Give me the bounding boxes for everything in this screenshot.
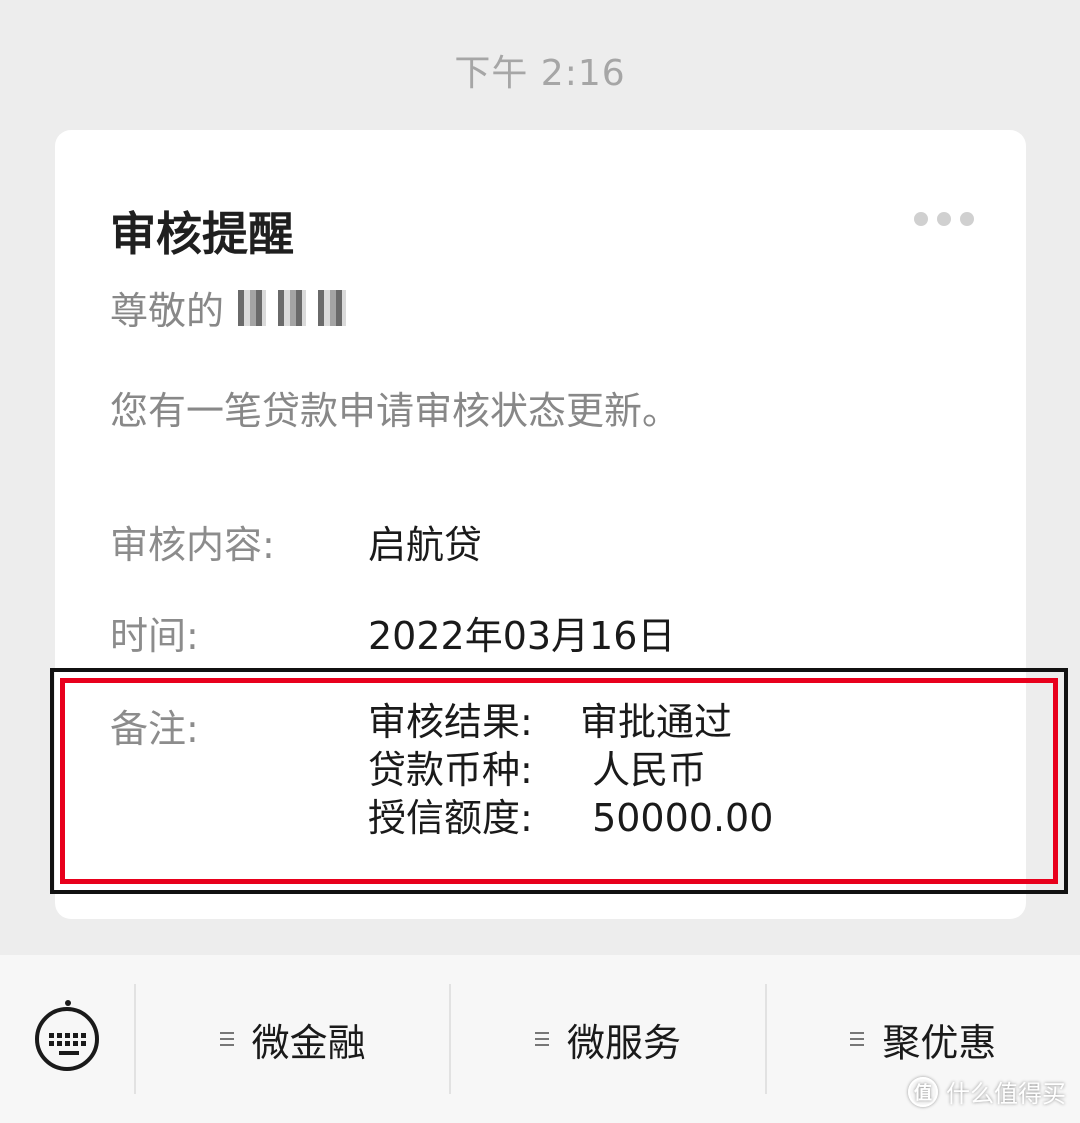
menu-item-label: 聚优惠 [882,1020,997,1065]
keyboard-keys [48,1032,86,1046]
watermark-logo-icon: 值 [908,1076,938,1107]
card-title: 审核提醒 [110,207,294,261]
keyboard-icon [35,1000,99,1071]
menu-item-wei-fuwu[interactable]: 微服务 [449,984,764,1094]
field-label: 审核内容: [110,523,275,567]
field-label: 时间: [110,614,199,658]
pixelated-block [238,289,267,326]
greeting: 尊敬的 [110,280,347,335]
greeting-prefix: 尊敬的 [110,289,225,333]
keyboard-toggle-button[interactable] [0,955,134,1123]
pixelated-block [318,289,347,326]
message-timestamp: 下午 2:16 [454,53,626,94]
menu-item-label: 微金融 [251,1020,366,1065]
menu-list-icon [850,1032,865,1046]
dot-icon [937,212,951,226]
menu-list-icon [534,1032,549,1046]
menu-item-wei-jinrong[interactable]: 微金融 [134,984,449,1094]
menu-item-label: 微服务 [566,1020,681,1065]
menu-list-icon [219,1032,234,1046]
highlight-annotation-box [50,668,1068,894]
watermark-text: 什么值得买 [946,1080,1066,1108]
field-value: 2022年03月16日 [368,614,676,658]
field-row-content: 审核内容: 启航贷 [110,514,990,569]
pixelated-block [278,289,307,326]
dot-icon [914,212,928,226]
field-row-time: 时间: 2022年03月16日 [110,605,990,660]
watermark: 值 什么值得买 [908,1074,1066,1109]
keyboard-spacebar [59,1051,79,1055]
redacted-name [238,289,347,326]
status-message: 您有一笔贷款申请审核状态更新。 [110,389,681,433]
dot-icon [960,212,974,226]
more-options-icon[interactable] [914,212,974,226]
field-value: 启航贷 [368,523,483,567]
highlight-red-border [60,678,1058,884]
